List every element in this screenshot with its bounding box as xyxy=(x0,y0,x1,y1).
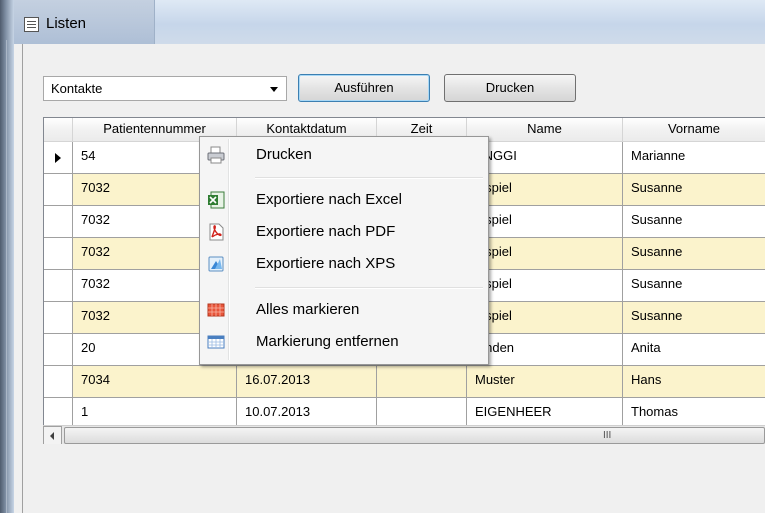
cell-name[interactable]: ÄNGGI xyxy=(467,142,623,174)
xps-icon xyxy=(208,256,224,272)
pdf-icon xyxy=(209,223,224,241)
select-all-icon xyxy=(207,303,225,317)
cell-name[interactable]: eispiel xyxy=(467,270,623,302)
scroll-left-icon[interactable] xyxy=(43,426,62,445)
cell-name[interactable]: eispiel xyxy=(467,174,623,206)
title-bar: Listen xyxy=(14,0,765,44)
cell-vorname[interactable]: Susanne xyxy=(623,270,765,302)
row-header[interactable] xyxy=(44,174,73,206)
row-header[interactable] xyxy=(44,206,73,238)
row-header[interactable] xyxy=(44,366,73,398)
excel-icon xyxy=(208,191,225,209)
menu-item-label: Drucken xyxy=(256,146,312,163)
row-header[interactable] xyxy=(44,302,73,334)
cell-patientennummer[interactable]: 7034 xyxy=(73,366,237,398)
menu-item-print[interactable]: Drucken xyxy=(202,141,484,169)
cell-name[interactable]: Muster xyxy=(467,366,623,398)
column-header-name[interactable]: Name xyxy=(467,118,623,142)
cell-vorname[interactable]: Susanne xyxy=(623,174,765,206)
row-header[interactable] xyxy=(44,238,73,270)
window-title: Listen xyxy=(46,15,87,32)
cell-name[interactable]: eispiel xyxy=(467,302,623,334)
horizontal-scrollbar[interactable]: III xyxy=(43,425,765,445)
window-left-border xyxy=(0,0,14,513)
current-row-arrow-icon xyxy=(55,153,61,163)
menu-item-export-pdf[interactable]: Exportiere nach PDF xyxy=(202,218,484,246)
menu-separator xyxy=(255,287,483,289)
cell-vorname[interactable]: Susanne xyxy=(623,206,765,238)
menu-item-export-xps[interactable]: Exportiere nach XPS xyxy=(202,250,484,278)
list-type-value: Kontakte xyxy=(51,81,103,96)
cell-name[interactable]: eispiel xyxy=(467,238,623,270)
printer-icon xyxy=(207,146,225,164)
scroll-grip-icon: III xyxy=(603,430,612,441)
column-header-vorname[interactable]: Vorname xyxy=(623,118,765,142)
row-header[interactable] xyxy=(44,334,73,366)
horizontal-scroll-thumb[interactable]: III xyxy=(64,427,765,444)
cell-vorname[interactable]: Susanne xyxy=(623,302,765,334)
menu-item-label: Exportiere nach PDF xyxy=(256,223,396,240)
menu-item-label: Exportiere nach Excel xyxy=(256,191,402,208)
menu-item-export-excel[interactable]: Exportiere nach Excel xyxy=(202,186,484,214)
title-tab[interactable]: Listen xyxy=(14,0,155,44)
clear-selection-icon xyxy=(207,335,225,349)
current-row-header[interactable] xyxy=(44,142,73,174)
cell-vorname[interactable]: Anita xyxy=(623,334,765,366)
cell-kontaktdatum[interactable]: 16.07.2013 xyxy=(237,366,377,398)
menu-item-clear-selection[interactable]: Markierung entfernen xyxy=(202,328,484,356)
print-button[interactable]: Drucken xyxy=(444,74,576,102)
cell-zeit[interactable] xyxy=(377,366,467,398)
menu-item-label: Exportiere nach XPS xyxy=(256,255,396,272)
cell-name[interactable]: binden xyxy=(467,334,623,366)
execute-button[interactable]: Ausführen xyxy=(298,74,430,102)
row-header[interactable] xyxy=(44,270,73,302)
chevron-down-icon[interactable] xyxy=(270,87,278,92)
cell-vorname[interactable]: Hans xyxy=(623,366,765,398)
cell-vorname[interactable]: Marianne xyxy=(623,142,765,174)
menu-item-select-all[interactable]: Alles markieren xyxy=(202,296,484,324)
cell-vorname[interactable]: Susanne xyxy=(623,238,765,270)
menu-separator xyxy=(255,177,483,179)
grid-empty-area xyxy=(43,444,765,513)
context-menu: Drucken Exportiere nach Excel Exportiere… xyxy=(199,136,489,365)
listen-window: Listen Kontakte Ausführen Drucken Patien… xyxy=(0,0,765,513)
list-window-icon xyxy=(24,17,39,32)
row-header-corner xyxy=(44,118,73,142)
menu-item-label: Markierung entfernen xyxy=(256,333,399,350)
cell-name[interactable]: eispiel xyxy=(467,206,623,238)
list-type-select[interactable]: Kontakte xyxy=(43,76,287,101)
menu-item-label: Alles markieren xyxy=(256,301,360,318)
